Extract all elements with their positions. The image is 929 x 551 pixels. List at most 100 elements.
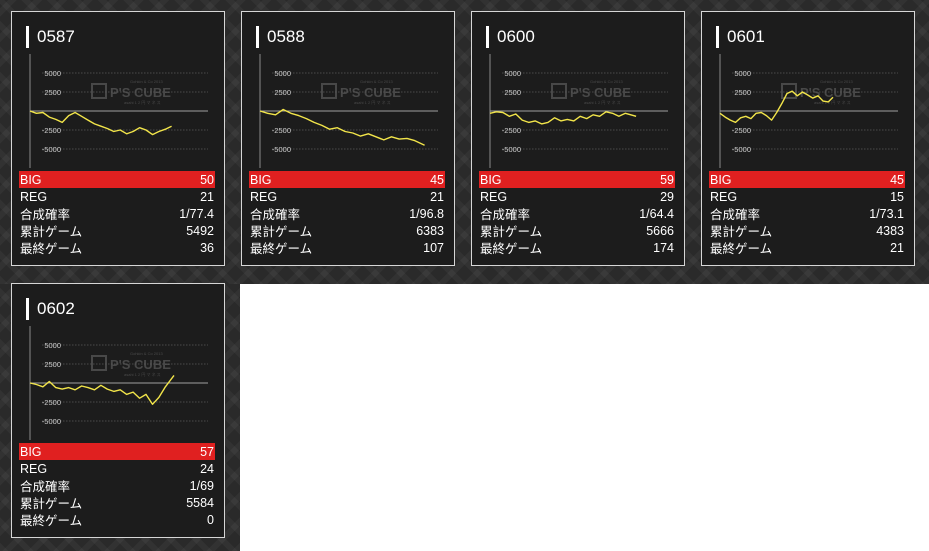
stats-table: BIG 45 REG 15 合成確率 1/73.1 累計ゲーム 4383 最終ゲーム 21 bbox=[709, 171, 905, 256]
watermark-tagline: asahi 1 2 円 マ ネ ス bbox=[124, 99, 161, 105]
card-header: 0602 bbox=[26, 296, 75, 322]
reg-row: REG 21 bbox=[19, 188, 215, 205]
reg-label: REG bbox=[250, 189, 278, 204]
rate-value: 1/96.8 bbox=[409, 206, 444, 221]
reg-value: 24 bbox=[200, 461, 214, 476]
big-label: BIG bbox=[710, 172, 732, 187]
reg-row: REG 21 bbox=[249, 188, 445, 205]
machine-number: 0602 bbox=[37, 299, 75, 318]
rate-row: 合成確率 1/69 bbox=[19, 477, 215, 495]
y-tick-label: -5000 bbox=[502, 145, 521, 154]
card-header: 0587 bbox=[26, 24, 75, 50]
total-games-value: 6383 bbox=[416, 223, 444, 238]
rate-value: 1/73.1 bbox=[869, 206, 904, 221]
reg-row: REG 24 bbox=[19, 460, 215, 477]
machine-card[interactable]: 0602 P'S CUBE Gohkin & Co 2013 asahi 1 2 円… bbox=[11, 283, 225, 538]
machine-card[interactable]: 0587 P'S CUBE Gohkin & Co 2013 asahi 1 2 円… bbox=[11, 11, 225, 266]
watermark-sub: Gohkin & Co 2013 bbox=[130, 79, 163, 84]
last-game-row: 最終ゲーム 21 bbox=[709, 239, 905, 257]
card-header: 0588 bbox=[256, 24, 305, 50]
rate-row: 合成確率 1/96.8 bbox=[249, 205, 445, 223]
reg-value: 21 bbox=[200, 189, 214, 204]
slump-chart: P'S CUBEGohkin & Co 2013 asahi 1 2 円 マ ネ … bbox=[719, 54, 898, 168]
watermark-brand: P'S CUBE bbox=[110, 357, 171, 372]
y-tick-label: -2500 bbox=[272, 126, 291, 135]
big-label: BIG bbox=[250, 172, 272, 187]
last-game-label: 最終ゲーム bbox=[20, 242, 83, 256]
watermark-brand: P'S CUBE bbox=[570, 85, 631, 100]
rate-row: 合成確率 1/73.1 bbox=[709, 205, 905, 223]
stats-table: BIG 59 REG 29 合成確率 1/64.4 累計ゲーム 5666 最終ゲーム 17… bbox=[479, 171, 675, 256]
y-tick-label: -5000 bbox=[42, 145, 61, 154]
logo-cube-icon bbox=[91, 355, 107, 371]
rate-value: 1/64.4 bbox=[639, 206, 674, 221]
y-tick-label: 2500 bbox=[44, 88, 61, 97]
slump-line bbox=[489, 111, 637, 125]
header-accent-bar bbox=[716, 26, 719, 48]
header-accent-bar bbox=[486, 26, 489, 48]
y-tick-label: 2500 bbox=[44, 360, 61, 369]
total-games-row: 累計ゲーム 4383 bbox=[709, 222, 905, 240]
watermark-sub: Gohkin & Co 2013 bbox=[360, 79, 393, 84]
y-tick-label: -2500 bbox=[42, 398, 61, 407]
total-games-value: 5492 bbox=[186, 223, 214, 238]
reg-row: REG 15 bbox=[709, 188, 905, 205]
machine-card[interactable]: 0601 P'S CUBE Gohkin & Co 2013 asahi 1 2 円… bbox=[701, 11, 915, 266]
total-games-row: 累計ゲーム 5666 bbox=[479, 222, 675, 240]
rate-value: 1/69 bbox=[189, 478, 214, 493]
card-header: 0600 bbox=[486, 24, 535, 50]
reg-label: REG bbox=[710, 189, 738, 204]
y-tick-label: -5000 bbox=[272, 145, 291, 154]
big-row: BIG 59 bbox=[479, 171, 675, 188]
slump-chart: P'S CUBEGohkin & Co 2013 asahi 1 2 円 マ ネ … bbox=[29, 54, 208, 168]
y-tick-label: -5000 bbox=[42, 417, 61, 426]
y-tick-label: -2500 bbox=[502, 126, 521, 135]
big-value: 59 bbox=[660, 172, 674, 187]
total-games-row: 累計ゲーム 6383 bbox=[249, 222, 445, 240]
card-header: 0601 bbox=[716, 24, 765, 50]
reg-value: 15 bbox=[890, 189, 904, 204]
rate-value: 1/77.4 bbox=[179, 206, 214, 221]
stats-table: BIG 50 REG 21 合成確率 1/77.4 累計ゲーム 5492 最終ゲーム 36 bbox=[19, 171, 215, 256]
last-game-row: 最終ゲーム 107 bbox=[249, 239, 445, 257]
logo-cube-icon bbox=[321, 83, 337, 99]
y-tick-label: 5000 bbox=[274, 69, 291, 78]
last-game-row: 最終ゲーム 174 bbox=[479, 239, 675, 257]
last-game-row: 最終ゲーム 36 bbox=[19, 239, 215, 257]
y-tick-label: 2500 bbox=[274, 88, 291, 97]
header-accent-bar bbox=[26, 298, 29, 320]
big-value: 57 bbox=[200, 444, 214, 459]
machine-card[interactable]: 0600 P'S CUBE Gohkin & Co 2013 asahi 1 2 円… bbox=[471, 11, 685, 266]
last-game-value: 107 bbox=[423, 240, 444, 255]
watermark-brand: P'S CUBE bbox=[800, 85, 861, 100]
stats-table: BIG 57 REG 24 合成確率 1/69 累計ゲーム 5584 最終ゲーム 0 bbox=[19, 443, 215, 528]
y-tick-label: 5000 bbox=[44, 69, 61, 78]
watermark-sub: Gohkin & Co 2013 bbox=[590, 79, 623, 84]
y-tick-label: 5000 bbox=[734, 69, 751, 78]
machine-number: 0588 bbox=[267, 27, 305, 46]
total-games-row: 累計ゲーム 5584 bbox=[19, 494, 215, 512]
logo-cube-icon bbox=[781, 83, 797, 99]
y-tick-label: 2500 bbox=[504, 88, 521, 97]
reg-label: REG bbox=[20, 189, 48, 204]
watermark-sub: Gohkin & Co 2013 bbox=[820, 79, 853, 84]
big-label: BIG bbox=[480, 172, 502, 187]
y-tick-label: 2500 bbox=[734, 88, 751, 97]
big-label: BIG bbox=[20, 444, 42, 459]
last-game-value: 174 bbox=[653, 240, 674, 255]
reg-label: REG bbox=[480, 189, 508, 204]
last-game-label: 最終ゲーム bbox=[710, 242, 773, 256]
logo-cube-icon bbox=[551, 83, 567, 99]
big-row: BIG 45 bbox=[249, 171, 445, 188]
watermark-brand: P'S CUBE bbox=[340, 85, 401, 100]
watermark-tagline: asahi 1 2 円 マ ネ ス bbox=[354, 99, 391, 105]
watermark-brand: P'S CUBE bbox=[110, 85, 171, 100]
big-row: BIG 57 bbox=[19, 443, 215, 460]
last-game-row: 最終ゲーム 0 bbox=[19, 511, 215, 529]
machine-number: 0587 bbox=[37, 27, 75, 46]
watermark-tagline: asahi 1 2 円 マ ネ ス bbox=[584, 99, 621, 105]
big-label: BIG bbox=[20, 172, 42, 187]
reg-row: REG 29 bbox=[479, 188, 675, 205]
big-row: BIG 50 bbox=[19, 171, 215, 188]
machine-card[interactable]: 0588 P'S CUBE Gohkin & Co 2013 asahi 1 2 円… bbox=[241, 11, 455, 266]
